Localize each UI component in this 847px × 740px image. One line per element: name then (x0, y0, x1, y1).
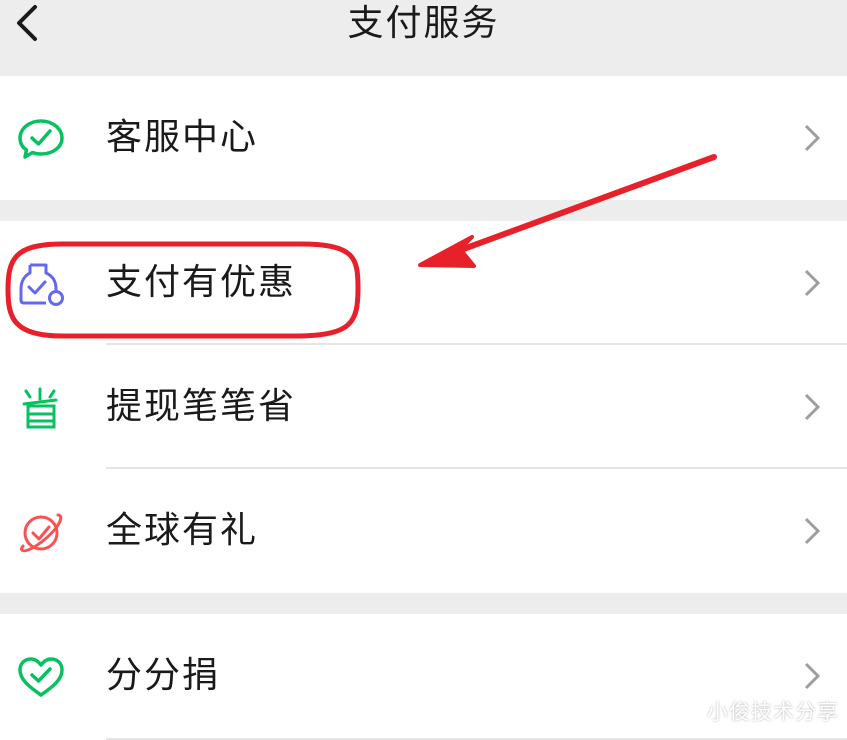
chevron-right-icon (804, 393, 821, 421)
chevron-right-icon (804, 517, 821, 545)
page-title: 支付服务 (347, 3, 500, 44)
chevron-right-icon (804, 124, 821, 152)
menu-item-label: 分分捐 (106, 655, 221, 696)
menu-item-withdraw-save[interactable]: 提现笔笔省 (0, 345, 847, 469)
menu-item-payment-discount[interactable]: 支付有优惠 (0, 221, 847, 345)
menu-item-label: 支付有优惠 (106, 262, 297, 303)
save-icon (22, 387, 58, 429)
coupon-bag-icon (19, 263, 64, 306)
chevron-right-icon (804, 269, 821, 297)
nav-header: 支付服务 (0, 0, 847, 75)
global-gift-icon (20, 513, 63, 553)
group-customer-service: 客服中心 (0, 76, 847, 200)
chevron-right-icon (804, 662, 821, 690)
menu-item-label: 全球有礼 (106, 510, 259, 551)
payment-services-screen: 支付服务 客服中心 支付有优惠 提现笔笔省 全球有礼 分分捐 小俊技术分享 (0, 0, 847, 740)
customer-service-icon (18, 119, 64, 159)
watermark: 小俊技术分享 (707, 700, 839, 724)
menu-item-customer-service[interactable]: 客服中心 (0, 76, 847, 200)
heart-donate-icon (18, 657, 64, 697)
menu-item-label: 提现笔笔省 (106, 386, 297, 427)
menu-item-global-gift[interactable]: 全球有礼 (0, 469, 847, 593)
menu-item-label: 客服中心 (106, 117, 259, 158)
group-payment-offers: 支付有优惠 提现笔笔省 全球有礼 (0, 221, 847, 593)
